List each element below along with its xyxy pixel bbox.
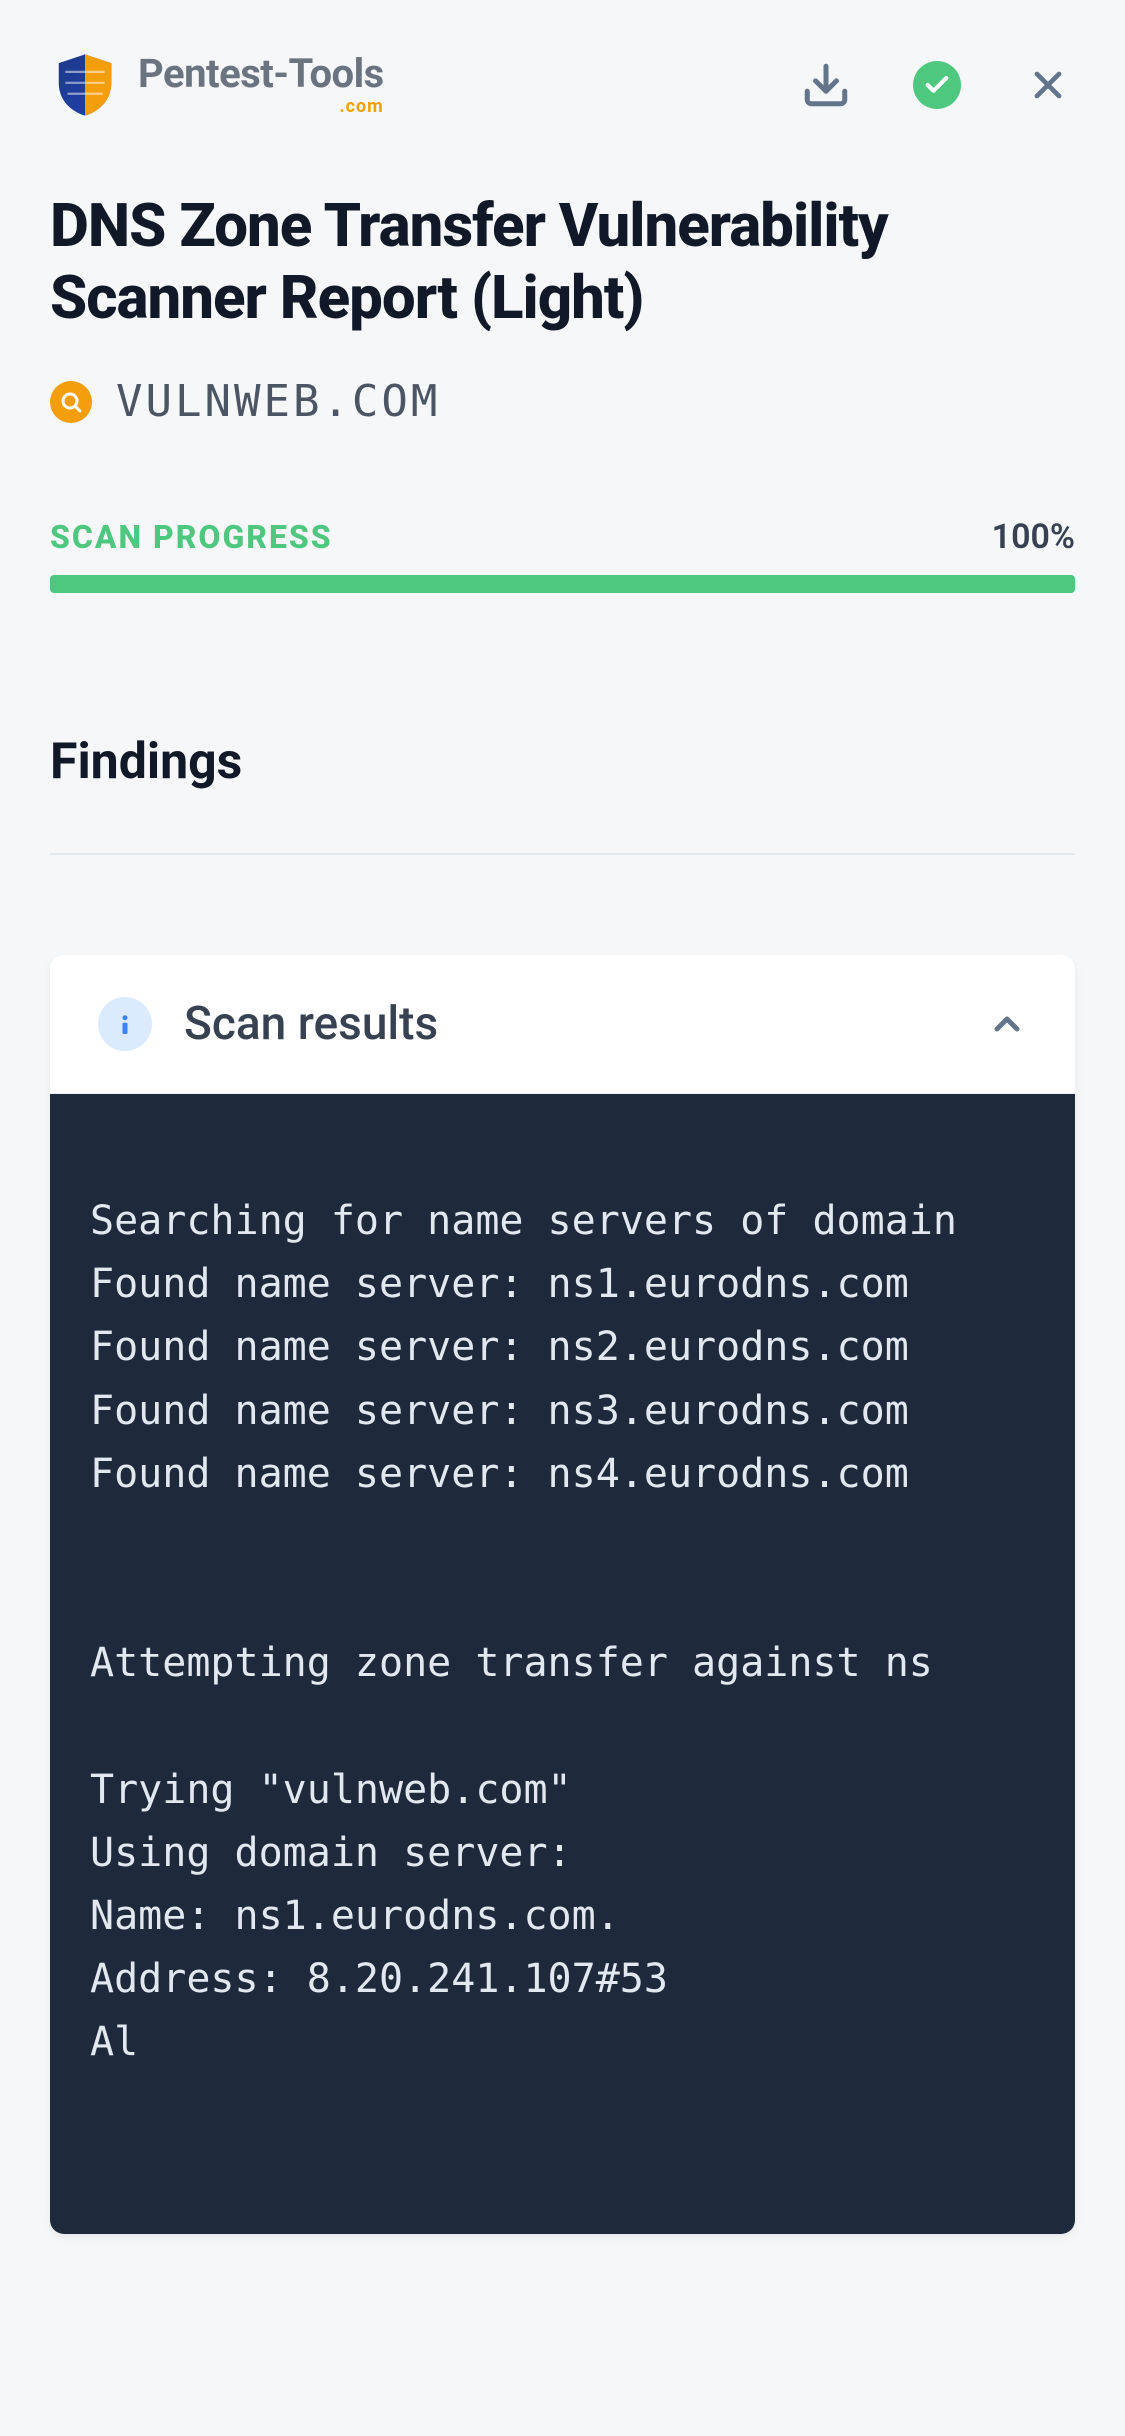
brand-suffix: .com xyxy=(138,96,384,117)
progress-label: SCAN PROGRESS xyxy=(50,518,333,556)
shield-icon xyxy=(50,50,120,120)
scan-results-terminal: Searching for name servers of domain Fou… xyxy=(50,1094,1075,2234)
check-icon xyxy=(923,71,951,99)
progress-row: SCAN PROGRESS 100% xyxy=(50,517,1075,557)
close-icon xyxy=(1026,63,1070,107)
section-divider xyxy=(50,853,1075,855)
brand-name: Pentest-Tools xyxy=(138,54,384,94)
target-icon xyxy=(50,381,92,423)
status-success-badge xyxy=(913,61,961,109)
chevron-up-icon xyxy=(987,1004,1027,1044)
target-host: VULNWEB.COM xyxy=(116,376,440,427)
info-icon xyxy=(98,997,152,1051)
download-icon xyxy=(801,60,851,110)
info-glyph-icon xyxy=(110,1009,140,1039)
scan-results-title: Scan results xyxy=(184,997,955,1051)
scan-results-card: Scan results Searching for name servers … xyxy=(50,955,1075,2234)
page-title: DNS Zone Transfer Vulnerability Scanner … xyxy=(50,190,1075,334)
progress-bar xyxy=(50,575,1075,593)
download-button[interactable] xyxy=(799,58,853,112)
brand-logo[interactable]: Pentest-Tools .com xyxy=(50,50,384,120)
findings-heading: Findings xyxy=(50,733,1075,791)
top-bar: Pentest-Tools .com xyxy=(50,50,1075,120)
scan-results-header[interactable]: Scan results xyxy=(50,955,1075,1094)
close-button[interactable] xyxy=(1021,58,1075,112)
search-icon xyxy=(59,390,83,414)
top-actions xyxy=(799,58,1075,112)
target-row: VULNWEB.COM xyxy=(50,376,1075,427)
progress-percent: 100% xyxy=(992,517,1075,557)
